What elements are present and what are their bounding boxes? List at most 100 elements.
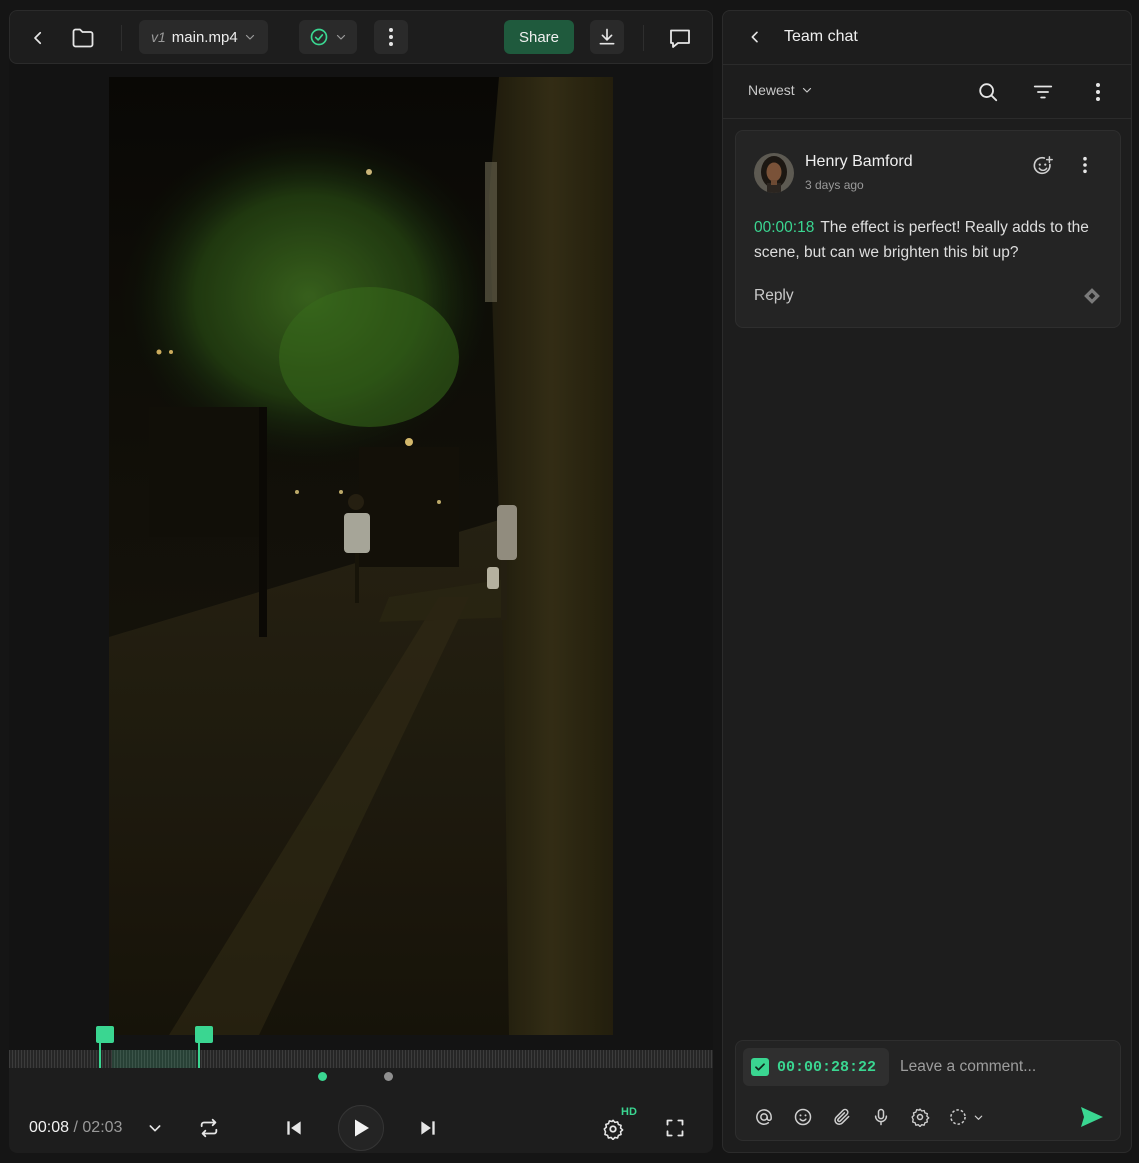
attach-button[interactable] xyxy=(831,1106,853,1128)
add-emoji-icon xyxy=(1033,156,1053,175)
timecode-toggle[interactable]: 00:00:28:22 xyxy=(743,1048,889,1086)
play-icon xyxy=(355,1119,369,1137)
send-button[interactable] xyxy=(1079,1104,1105,1130)
chat-filter-bar: Newest xyxy=(723,65,1131,119)
comment-card: Henry Bamford 3 days ago 00:00:18 The eff… xyxy=(735,130,1121,328)
comment-range-highlight xyxy=(112,1050,196,1068)
player-toolbar: v1 main.mp4 Share xyxy=(9,10,713,64)
search-button[interactable] xyxy=(977,81,999,103)
comment-composer: 00:00:28:22 xyxy=(735,1040,1121,1141)
download-button[interactable] xyxy=(590,20,624,54)
time-separator: / xyxy=(73,1119,78,1136)
chat-title: Team chat xyxy=(784,28,858,45)
folder-icon xyxy=(72,28,94,48)
more-vertical-icon xyxy=(1096,83,1100,101)
loop-button[interactable] xyxy=(198,1117,220,1139)
diamond-icon xyxy=(1084,288,1100,304)
marker-flag xyxy=(195,1026,213,1043)
chevron-down-icon xyxy=(336,34,346,40)
check-circle-icon xyxy=(310,28,328,46)
add-reaction-button[interactable] xyxy=(1032,155,1054,177)
file-version-selector[interactable]: v1 main.mp4 xyxy=(139,20,268,54)
comment-input[interactable] xyxy=(900,1053,1110,1081)
voice-button[interactable] xyxy=(870,1106,892,1128)
previous-button[interactable] xyxy=(284,1118,304,1138)
toolbar-divider xyxy=(121,25,122,51)
annotation-button[interactable] xyxy=(1082,286,1102,306)
download-icon xyxy=(599,28,615,45)
smile-icon xyxy=(794,1108,812,1126)
draw-tool-dropdown[interactable] xyxy=(948,1106,990,1128)
comment-icon xyxy=(670,29,690,48)
toolbar-divider xyxy=(643,25,644,51)
comment-author: Henry Bamford xyxy=(805,153,913,170)
at-sign-icon xyxy=(756,1109,772,1125)
chevron-down-icon xyxy=(149,1125,161,1132)
close-chat-button[interactable] xyxy=(747,29,763,45)
chevron-left-icon xyxy=(34,31,42,45)
timecode-checkbox[interactable] xyxy=(751,1058,769,1076)
range-end-marker[interactable] xyxy=(195,1026,213,1068)
chevron-down-icon xyxy=(802,87,811,93)
more-vertical-icon xyxy=(389,28,393,46)
comment-timestamp-link[interactable]: 00:00:18 xyxy=(754,219,814,236)
paperclip-icon xyxy=(834,1108,850,1126)
back-button[interactable] xyxy=(22,22,54,54)
gear-icon xyxy=(911,1108,930,1127)
avatar-image xyxy=(754,153,794,193)
chevron-down-icon xyxy=(245,34,254,40)
sort-dropdown[interactable]: Newest xyxy=(748,82,813,98)
send-icon xyxy=(1081,1107,1103,1127)
total-duration: 02:03 xyxy=(82,1119,123,1136)
time-format-dropdown[interactable] xyxy=(147,1120,163,1136)
gear-icon xyxy=(603,1119,624,1140)
filter-icon xyxy=(1033,85,1053,99)
play-button[interactable] xyxy=(338,1105,384,1151)
comment-dot-marker[interactable] xyxy=(384,1072,393,1081)
chevron-down-icon xyxy=(974,1115,983,1120)
marker-flag xyxy=(96,1026,114,1043)
playback-controls: 00:08 / 02:03 HD xyxy=(9,1068,713,1153)
approval-status-dropdown[interactable] xyxy=(299,20,357,54)
marker-pole xyxy=(99,1042,101,1068)
version-label: v1 xyxy=(151,29,166,45)
avatar xyxy=(754,153,794,193)
composer-settings-button[interactable] xyxy=(909,1106,931,1128)
search-icon xyxy=(979,83,998,102)
time-display: 00:08 / 02:03 xyxy=(29,1119,122,1137)
chevron-left-icon xyxy=(751,31,758,43)
reply-button[interactable]: Reply xyxy=(754,287,794,305)
check-icon xyxy=(755,1063,765,1071)
team-chat-panel: Team chat Newest Henry Bamford 3 days ag… xyxy=(722,10,1132,1153)
settings-button[interactable] xyxy=(602,1118,624,1140)
emoji-button[interactable] xyxy=(792,1106,814,1128)
video-player-panel: v1 main.mp4 Share 00:08 / 02:03 HD xyxy=(9,10,713,1153)
range-start-marker[interactable] xyxy=(96,1026,114,1068)
comment-dot-marker[interactable] xyxy=(318,1072,327,1081)
fullscreen-button[interactable] xyxy=(665,1118,685,1138)
folder-button[interactable] xyxy=(67,22,99,54)
chat-header: Team chat xyxy=(723,11,1131,65)
more-vertical-icon xyxy=(1083,156,1087,174)
skip-forward-icon xyxy=(421,1121,435,1135)
toggle-comments-button[interactable] xyxy=(664,22,696,54)
comment-more-button[interactable] xyxy=(1082,156,1088,174)
filter-button[interactable] xyxy=(1032,81,1054,103)
comment-body: 00:00:18 The effect is perfect! Really ad… xyxy=(754,215,1106,265)
comment-time-ago: 3 days ago xyxy=(805,178,864,192)
mention-button[interactable] xyxy=(753,1106,775,1128)
dashed-circle-icon xyxy=(950,1109,966,1125)
timecode-value: 00:00:28:22 xyxy=(777,1058,877,1076)
microphone-icon xyxy=(874,1108,888,1126)
file-name: main.mp4 xyxy=(171,28,238,46)
loop-icon xyxy=(200,1118,218,1138)
share-button[interactable]: Share xyxy=(504,20,574,54)
video-frame[interactable] xyxy=(109,77,613,1035)
quality-badge: HD xyxy=(621,1106,637,1118)
chat-more-button[interactable] xyxy=(1095,82,1101,102)
next-button[interactable] xyxy=(418,1118,438,1138)
fullscreen-icon xyxy=(666,1119,684,1137)
more-options-button[interactable] xyxy=(374,20,408,54)
sort-label: Newest xyxy=(748,82,795,98)
current-time: 00:08 xyxy=(29,1119,70,1136)
